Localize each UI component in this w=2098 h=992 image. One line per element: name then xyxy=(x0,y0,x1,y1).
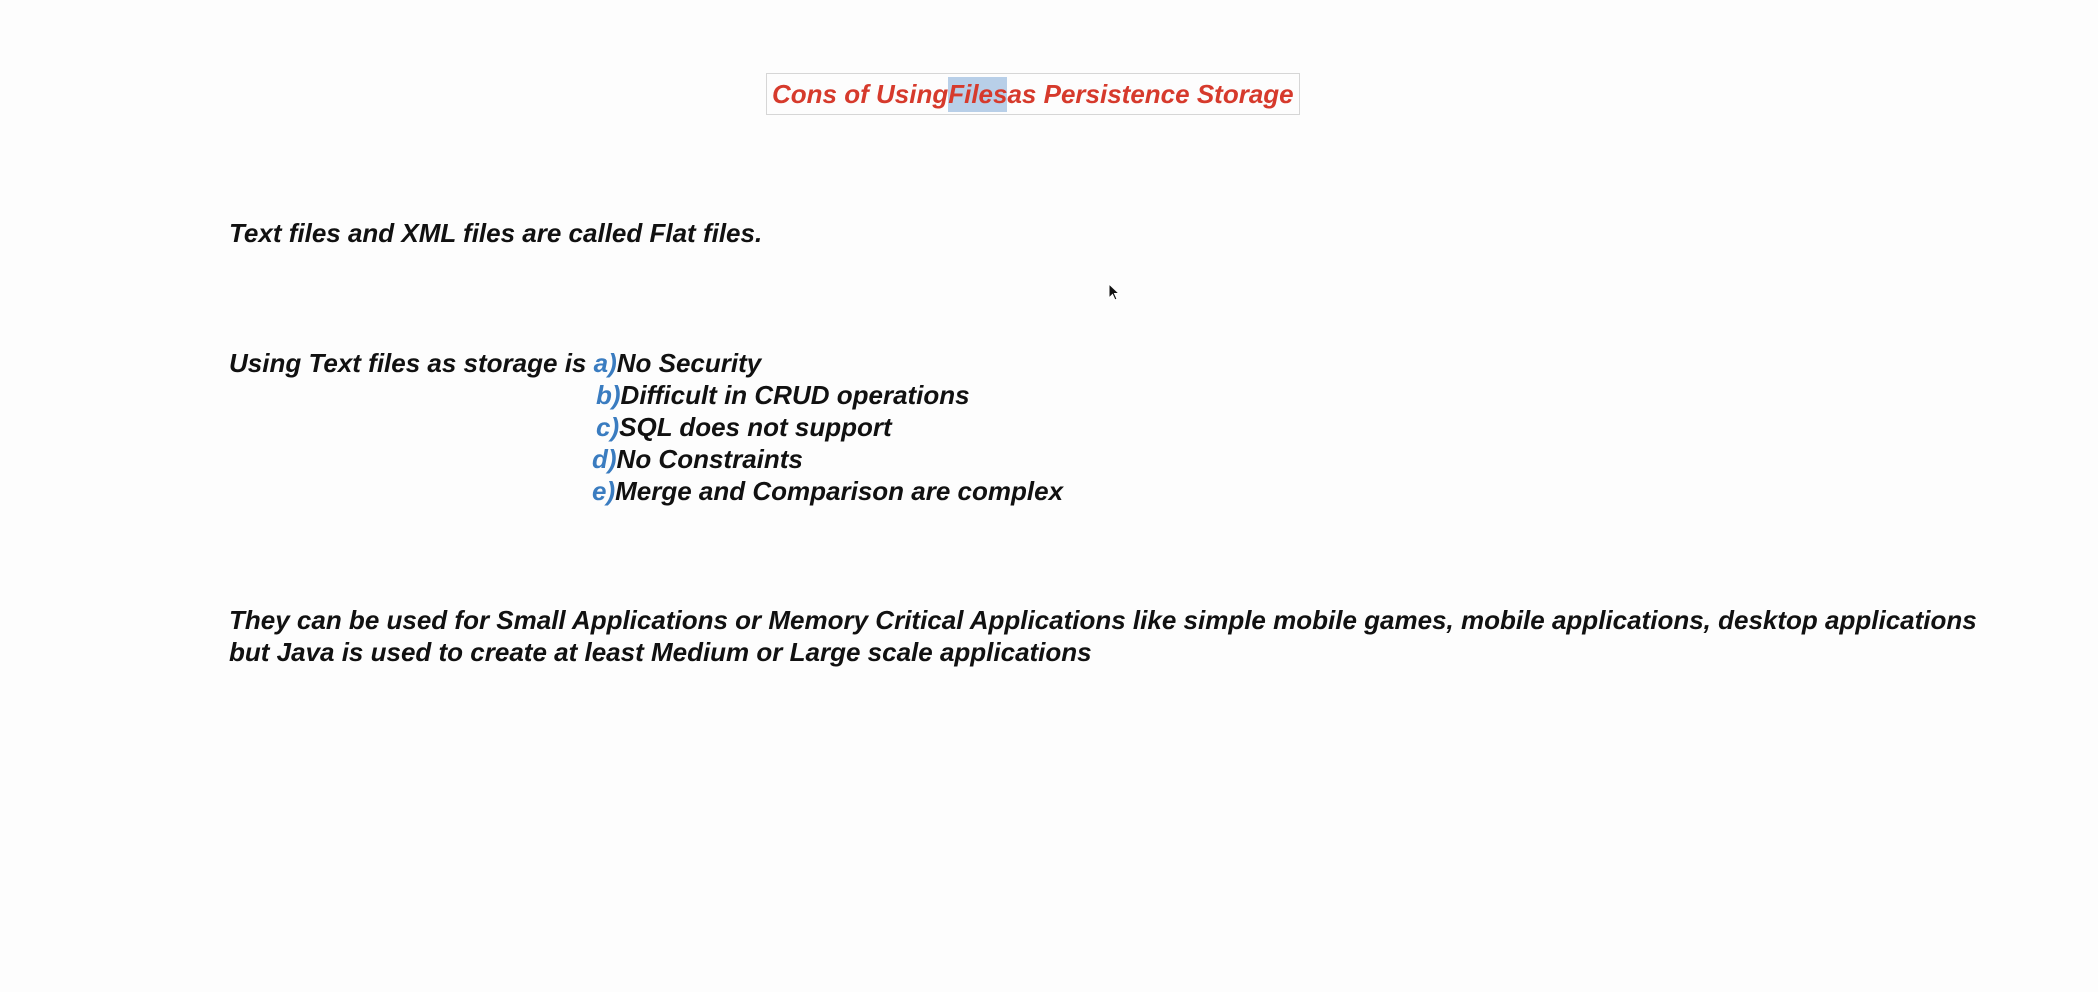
flat-files-statement: Text files and XML files are called Flat… xyxy=(229,218,763,248)
slide-canvas: Cons of Using Files as Persistence Stora… xyxy=(0,0,2098,992)
cons-marker-e: e) xyxy=(592,476,616,506)
mouse-pointer-icon xyxy=(1108,283,1120,301)
title-text-before: Cons of Using xyxy=(772,78,949,109)
cons-item-e: Merge and Comparison are complex xyxy=(615,476,1064,506)
cons-list-row-a: Using Text files as storage is a)No Secu… xyxy=(229,347,761,379)
slide-title[interactable]: Cons of Using Files as Persistence Stora… xyxy=(766,73,1300,115)
cons-list-row-e: e)Merge and Comparison are complex xyxy=(592,475,1063,507)
cons-item-c: SQL does not support xyxy=(619,412,892,442)
cons-marker-b: b) xyxy=(596,380,621,410)
cons-item-a: No Security xyxy=(616,348,762,378)
title-text-after: as Persistence Storage xyxy=(1007,78,1294,109)
cons-item-d: No Constraints xyxy=(616,444,803,474)
cons-marker-c: c) xyxy=(596,412,620,442)
usage-note-line-2: but Java is used to create at least Medi… xyxy=(229,637,1092,667)
cons-list-row-c: c)SQL does not support xyxy=(596,411,892,443)
cons-list-row-d: d)No Constraints xyxy=(592,443,803,475)
usage-note-line-1: They can be used for Small Applications … xyxy=(229,605,1977,635)
cons-intro: Using Text files as storage is xyxy=(229,348,594,378)
cons-item-b: Difficult in CRUD operations xyxy=(620,380,970,410)
title-selected-text[interactable]: Files xyxy=(948,76,1008,112)
cons-marker-a: a) xyxy=(593,348,617,378)
cons-list-row-b: b)Difficult in CRUD operations xyxy=(596,379,970,411)
cons-marker-d: d) xyxy=(592,444,617,474)
